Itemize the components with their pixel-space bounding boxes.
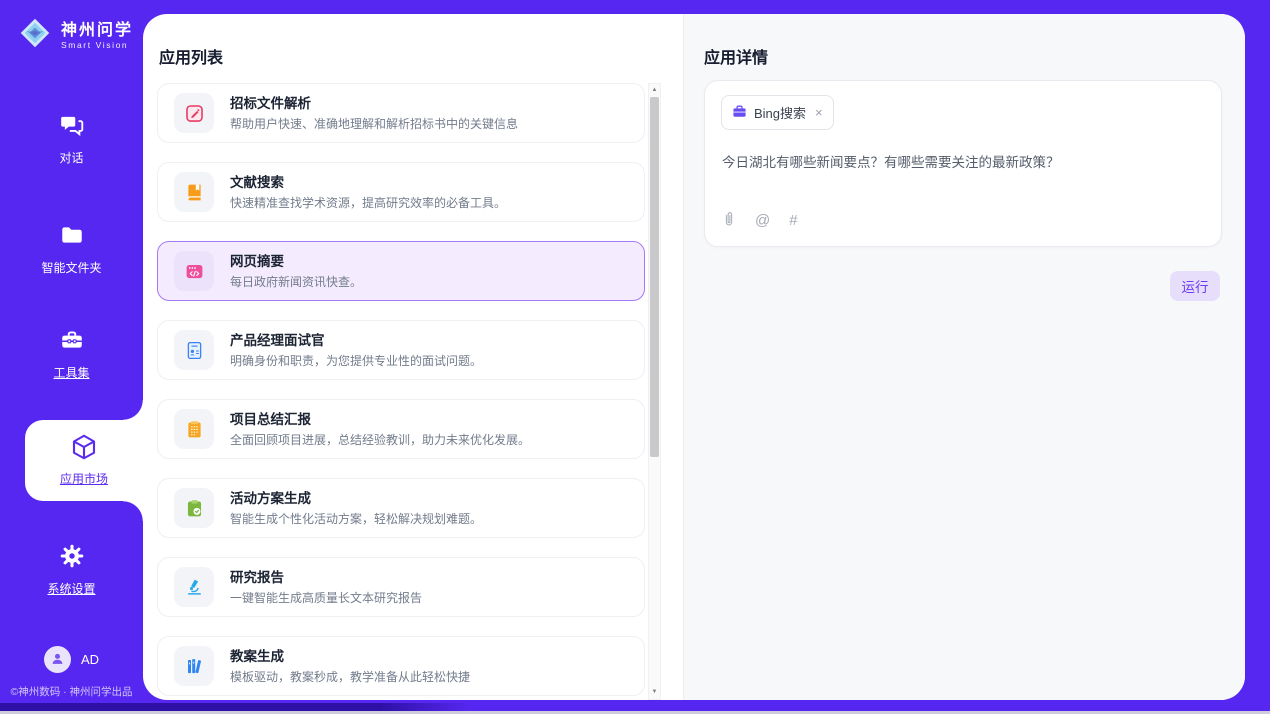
folder-icon [59,235,85,252]
app-window: 神州问学 Smart Vision 对话 智能文件夹 [0,0,1270,714]
sidebar-item-toolset[interactable]: 工具集 [0,327,143,381]
gear-icon [59,556,85,573]
app-desc: 明确身份和职责，为您提供专业性的面试问题。 [230,354,482,368]
toolbox-icon [59,340,85,357]
scrollbar-thumb[interactable] [650,97,659,457]
tab-curve-top [123,400,143,420]
app-desc: 一键智能生成高质量长文本研究报告 [230,591,422,605]
sidebar-item-label: 智能文件夹 [0,259,143,276]
clipboard-check-icon [174,488,214,528]
sidebar-item-label: 应用市场 [25,470,143,487]
web-code-icon [174,251,214,291]
app-desc: 模板驱动，教案秒成，教学准备从此轻松快捷 [230,670,470,684]
run-button[interactable]: 运行 [1170,271,1220,301]
brand-logo: 神州问学 Smart Vision [16,14,133,57]
tab-curve-bottom [123,501,143,521]
paperclip-icon[interactable] [722,210,736,232]
app-list-title: 应用列表 [159,44,223,68]
app-desc: 每日政府新闻资讯快查。 [230,275,362,289]
app-detail-title: 应用详情 [704,44,768,68]
sidebar-item-chat[interactable]: 对话 [0,112,143,166]
app-title: 项目总结汇报 [230,412,530,427]
prompt-text-input[interactable]: 今日湖北有哪些新闻要点？有哪些需要关注的最新政策？ [722,151,1201,171]
app-card-event-plan[interactable]: 活动方案生成 智能生成个性化活动方案，轻松解决规划难题。 [157,478,645,538]
app-card-bid-analysis[interactable]: 招标文件解析 帮助用户快速、准确地理解和解析招标书中的关键信息 [157,83,645,143]
chat-icon [59,125,85,142]
input-toolbar: @ # [722,210,798,232]
scroll-down-icon[interactable]: ▼ [649,686,660,699]
app-title: 活动方案生成 [230,491,482,506]
app-card-research-report[interactable]: 研究报告 一键智能生成高质量长文本研究报告 [157,557,645,617]
app-title: 研究报告 [230,570,422,585]
bottom-accent-band [0,703,470,711]
cube-icon [69,449,99,466]
sidebar-item-label: 系统设置 [0,580,143,597]
list-scrollbar[interactable]: ▲ ▼ [648,83,661,700]
briefcase-icon [732,104,747,122]
hash-icon[interactable]: # [789,212,797,230]
app-title: 网页摘要 [230,254,362,269]
sidebar-item-label: 对话 [0,149,143,166]
edit-icon [174,93,214,133]
app-title: 文献搜索 [230,175,506,190]
at-icon[interactable]: @ [755,212,770,230]
diamond-logo-icon [16,14,54,57]
app-card-pm-interviewer[interactable]: 产品经理面试官 明确身份和职责，为您提供专业性的面试问题。 [157,320,645,380]
user-icon [49,650,66,670]
app-detail-panel: 应用详情 Bing搜索 × 今日湖北有哪些新闻要点？有哪些需要关注的最新政策？ [683,14,1245,700]
book-icon [174,172,214,212]
resume-icon [174,330,214,370]
app-card-lesson-plan[interactable]: 教案生成 模板驱动，教案秒成，教学准备从此轻松快捷 [157,636,645,696]
tool-chip-bing-search[interactable]: Bing搜索 × [721,95,834,130]
avatar [44,646,71,673]
sidebar-item-app-market[interactable]: 应用市场 [25,420,143,501]
sidebar-item-smart-folder[interactable]: 智能文件夹 [0,222,143,276]
app-desc: 智能生成个性化活动方案，轻松解决规划难题。 [230,512,482,526]
copyright-footer: ©神州数码 · 神州问学出品 [0,684,143,699]
main-content: 应用列表 招标文件解析 帮助用户快速、准确地理解和解析招标书中的关键信息 [143,14,1245,700]
app-card-web-summary[interactable]: 网页摘要 每日政府新闻资讯快查。 [157,241,645,301]
app-card-literature-search[interactable]: 文献搜索 快速精准查找学术资源，提高研究效率的必备工具。 [157,162,645,222]
app-desc: 快速精准查找学术资源，提高研究效率的必备工具。 [230,196,506,210]
brand-subtitle: Smart Vision [61,40,133,50]
app-desc: 全面回顾项目进展，总结经验教训，助力未来优化发展。 [230,433,530,447]
close-icon[interactable]: × [815,105,823,120]
books-icon [174,646,214,686]
chip-label: Bing搜索 [754,103,806,122]
sidebar-item-label: 工具集 [0,364,143,381]
microscope-icon [174,567,214,607]
brand-name: 神州问学 [61,22,133,40]
app-title: 教案生成 [230,649,470,664]
app-desc: 帮助用户快速、准确地理解和解析招标书中的关键信息 [230,117,518,131]
prompt-input-card: Bing搜索 × 今日湖北有哪些新闻要点？有哪些需要关注的最新政策？ @ # [704,80,1222,247]
app-title: 招标文件解析 [230,96,518,111]
sidebar: 神州问学 Smart Vision 对话 智能文件夹 [0,0,143,714]
app-title: 产品经理面试官 [230,333,482,348]
user-initials: AD [81,652,99,667]
app-list-panel: 应用列表 招标文件解析 帮助用户快速、准确地理解和解析招标书中的关键信息 [143,14,683,700]
scroll-up-icon[interactable]: ▲ [649,84,660,97]
app-card-project-summary[interactable]: 项目总结汇报 全面回顾项目进展，总结经验教训，助力未来优化发展。 [157,399,645,459]
app-list: 招标文件解析 帮助用户快速、准确地理解和解析招标书中的关键信息 文献搜索 [157,83,645,700]
user-account[interactable]: AD [0,646,143,673]
sidebar-item-settings[interactable]: 系统设置 [0,543,143,597]
notepad-icon [174,409,214,449]
